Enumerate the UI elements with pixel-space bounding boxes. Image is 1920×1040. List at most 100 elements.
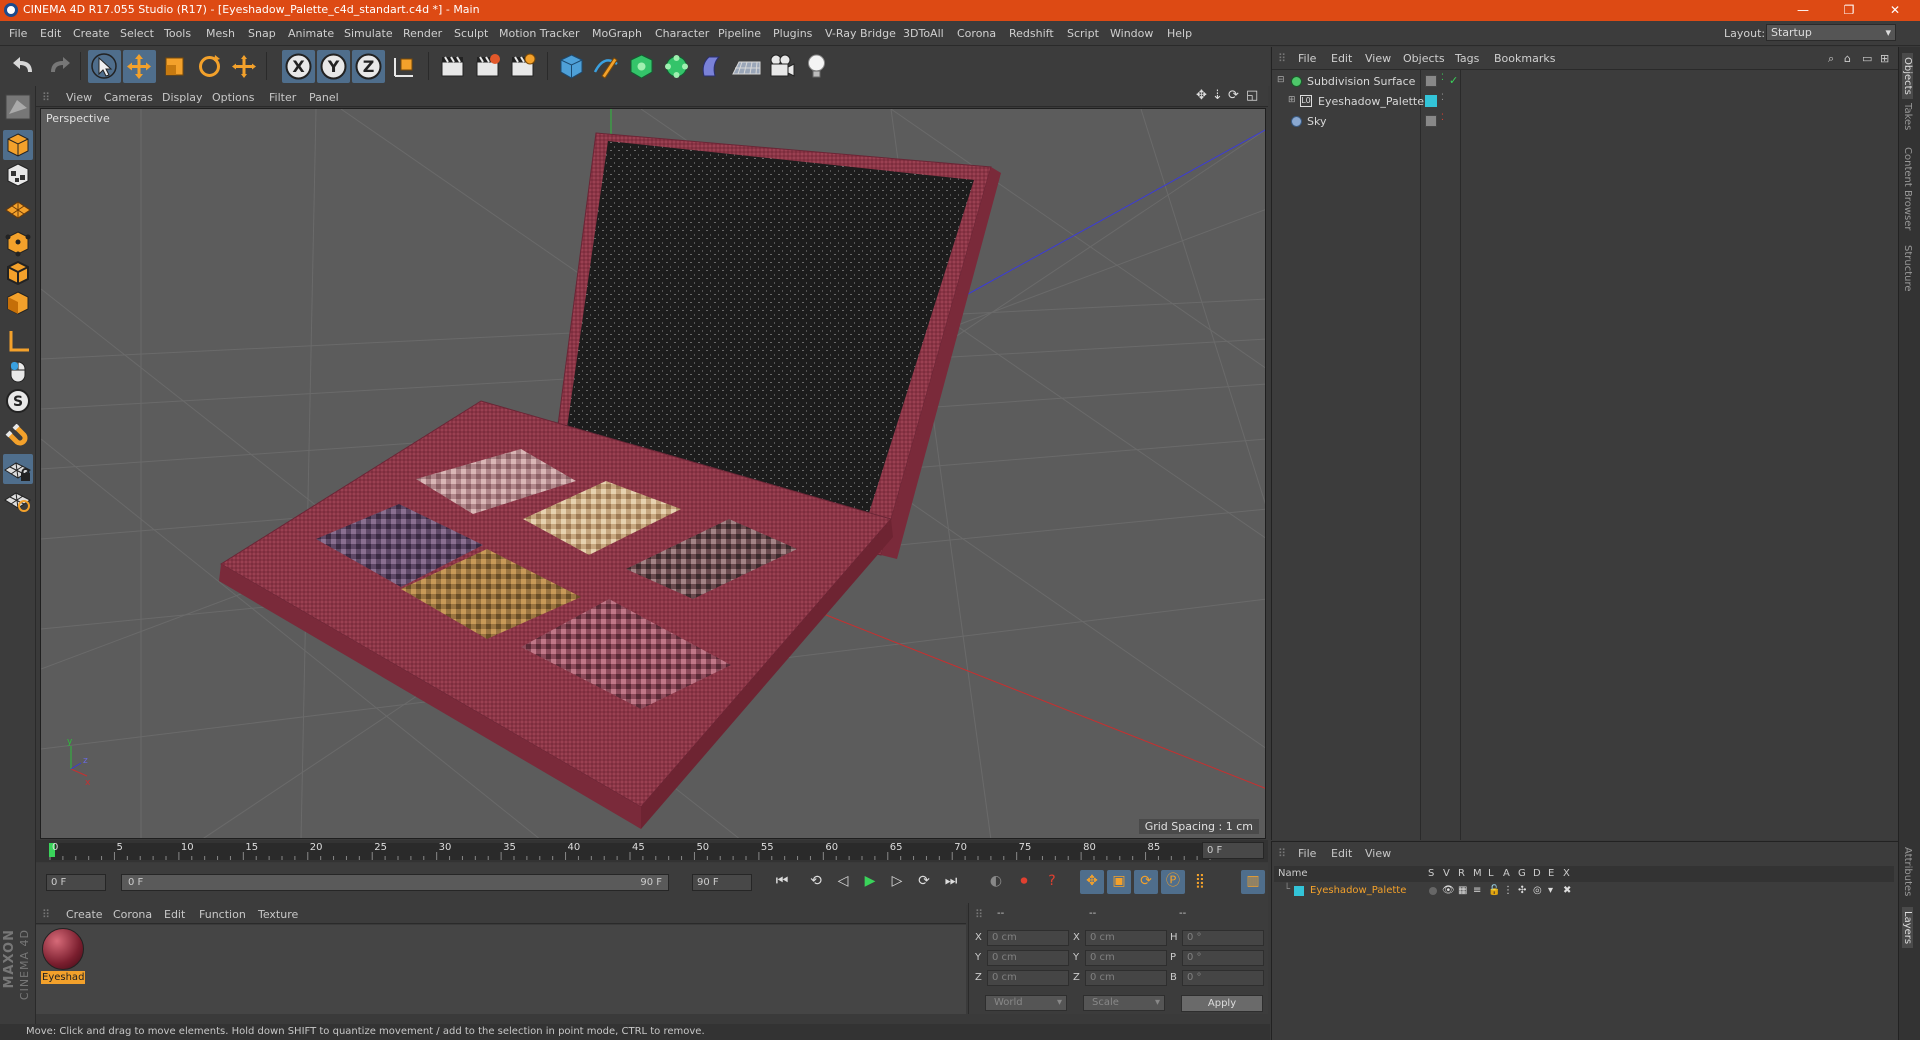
- tab-structure[interactable]: Structure: [1902, 245, 1913, 292]
- current-frame-field[interactable]: 0 F: [1202, 842, 1264, 859]
- z-axis-lock-button[interactable]: Z: [352, 50, 385, 83]
- menu-corona[interactable]: Corona: [957, 27, 996, 40]
- tweak-mode-button[interactable]: [3, 356, 33, 386]
- viewport-menu-panel[interactable]: Panel: [309, 91, 339, 104]
- render-settings-button[interactable]: [506, 50, 539, 83]
- minimize-button[interactable]: —: [1780, 0, 1826, 21]
- tab-objects[interactable]: Objects: [1902, 53, 1913, 99]
- material-menu-corona[interactable]: Corona: [113, 908, 152, 921]
- render-toggle-icon[interactable]: ▦: [1458, 885, 1467, 896]
- add-generator-button[interactable]: [625, 50, 658, 83]
- transform-tool-button[interactable]: [228, 50, 261, 83]
- x-axis-lock-button[interactable]: X: [282, 50, 315, 83]
- workplane-mode-button[interactable]: [3, 190, 33, 220]
- maximize-button[interactable]: ❐: [1826, 0, 1872, 21]
- layer-row[interactable]: └ Eyeshadow_Palette 👁 ▦ ≡ 🔓 ⋮ ✣ ◎ ▾ ✖: [1274, 884, 1894, 900]
- y-axis-lock-button[interactable]: Y: [317, 50, 350, 83]
- menu-tools[interactable]: Tools: [164, 27, 191, 40]
- tab-attributes[interactable]: Attributes: [1902, 847, 1913, 896]
- material-menu-function[interactable]: Function: [199, 908, 246, 921]
- tab-layers[interactable]: Layers: [1902, 907, 1913, 949]
- search-icon[interactable]: ⌕: [1828, 52, 1834, 66]
- menu-plugins[interactable]: Plugins: [773, 27, 812, 40]
- object-row-sky[interactable]: Sky ⁚: [1272, 112, 1899, 132]
- menu-edit[interactable]: Edit: [40, 27, 61, 40]
- size-mode-dropdown[interactable]: Scale ▾: [1083, 995, 1165, 1011]
- move-tool-button[interactable]: [123, 50, 156, 83]
- menu-mesh[interactable]: Mesh: [206, 27, 235, 40]
- object-row-subdivision-surface[interactable]: ⊟ Subdivision Surface ⁚ ✓: [1272, 72, 1899, 92]
- planar-workplane-button[interactable]: [3, 484, 33, 514]
- position-y-field[interactable]: 0 cm: [987, 950, 1069, 966]
- add-deformer-button[interactable]: [695, 50, 728, 83]
- expand-icon[interactable]: ⊞: [1880, 52, 1889, 65]
- deformer-toggle-icon[interactable]: ◎: [1533, 885, 1542, 896]
- layer-color-swatch[interactable]: [1294, 886, 1304, 896]
- snapping-button[interactable]: [3, 423, 33, 454]
- add-floor-button[interactable]: [730, 50, 763, 83]
- visibility-dots-icon[interactable]: ⁚: [1441, 113, 1444, 123]
- new-view-icon[interactable]: ▭: [1862, 52, 1872, 65]
- xref-toggle-icon[interactable]: ✖: [1563, 885, 1571, 896]
- play-button[interactable]: ▶: [858, 870, 882, 894]
- next-frame-button[interactable]: ▷: [885, 870, 909, 894]
- coordinate-space-dropdown[interactable]: World ▾: [985, 995, 1067, 1011]
- menu-select[interactable]: Select: [120, 27, 154, 40]
- manager-toggle-icon[interactable]: ≡: [1473, 885, 1481, 896]
- make-editable-button[interactable]: [3, 92, 33, 122]
- layers-menu-view[interactable]: View: [1365, 847, 1391, 860]
- timeline-window-button[interactable]: ▥: [1241, 870, 1265, 894]
- zoom-view-icon[interactable]: ⇣: [1212, 88, 1223, 103]
- go-to-end-button[interactable]: ⏭: [939, 870, 963, 894]
- rotate-view-icon[interactable]: ⟳: [1228, 88, 1239, 103]
- axis-mode-button[interactable]: [3, 326, 33, 356]
- model-mode-button[interactable]: [3, 130, 33, 160]
- animation-toggle-icon[interactable]: ⋮: [1503, 885, 1513, 896]
- menu-simulate[interactable]: Simulate: [344, 27, 393, 40]
- locked-workplane-button[interactable]: [3, 454, 33, 484]
- solo-button[interactable]: S: [3, 386, 33, 416]
- view-toggle-icon[interactable]: 👁: [1442, 885, 1455, 896]
- menu-script[interactable]: Script: [1067, 27, 1099, 40]
- coordinate-system-button[interactable]: [387, 50, 420, 83]
- tab-takes[interactable]: Takes: [1902, 103, 1913, 130]
- go-to-start-button[interactable]: ⏮: [770, 870, 794, 894]
- apply-button[interactable]: Apply: [1181, 995, 1263, 1012]
- material-preview-swatch[interactable]: [42, 928, 84, 970]
- layer-name[interactable]: Eyeshadow_Palette: [1310, 885, 1406, 896]
- menu-vray-bridge[interactable]: V-Ray Bridge: [825, 27, 896, 40]
- menu-help[interactable]: Help: [1167, 27, 1192, 40]
- generator-toggle-icon[interactable]: ✣: [1518, 885, 1526, 896]
- expand-icon[interactable]: ⊞: [1288, 95, 1296, 105]
- layer-swatch-icon[interactable]: [1425, 75, 1437, 87]
- home-icon[interactable]: ⌂: [1844, 52, 1851, 65]
- autokey-help-button[interactable]: ?: [1040, 870, 1064, 894]
- objects-menu-file[interactable]: File: [1298, 52, 1316, 65]
- previous-frame-button[interactable]: ◁: [831, 870, 855, 894]
- close-button[interactable]: ✕: [1872, 0, 1918, 21]
- viewport-menu-display[interactable]: Display: [162, 91, 203, 104]
- viewport-menu-view[interactable]: View: [66, 91, 92, 104]
- position-x-field[interactable]: 0 cm: [987, 930, 1069, 946]
- rotate-tool-button[interactable]: [193, 50, 226, 83]
- menu-redshift[interactable]: Redshift: [1009, 27, 1054, 40]
- end-frame-field[interactable]: 90 F: [692, 874, 752, 891]
- menu-animate[interactable]: Animate: [288, 27, 334, 40]
- add-spline-button[interactable]: [590, 50, 623, 83]
- layer-swatch-icon[interactable]: [1425, 115, 1437, 127]
- layer-swatch-icon[interactable]: [1425, 95, 1437, 107]
- perspective-viewport[interactable]: y z x Perspective Grid Spacing : 1 cm: [40, 108, 1266, 839]
- toggle-view-icon[interactable]: ◱: [1246, 88, 1258, 103]
- size-x-field[interactable]: 0 cm: [1085, 930, 1167, 946]
- visibility-dots-icon[interactable]: ⁚: [1441, 93, 1444, 103]
- start-frame-field[interactable]: 0 F: [46, 874, 106, 891]
- layers-menu-edit[interactable]: Edit: [1331, 847, 1352, 860]
- objects-menu-view[interactable]: View: [1365, 52, 1391, 65]
- scale-tool-button[interactable]: [158, 50, 191, 83]
- viewport-menu-cameras[interactable]: Cameras: [104, 91, 153, 104]
- solo-toggle-icon[interactable]: [1429, 887, 1437, 895]
- layout-dropdown[interactable]: Startup ▾: [1766, 24, 1896, 41]
- add-cube-button[interactable]: [555, 50, 588, 83]
- redo-button[interactable]: [42, 50, 75, 83]
- position-z-field[interactable]: 0 cm: [987, 970, 1069, 986]
